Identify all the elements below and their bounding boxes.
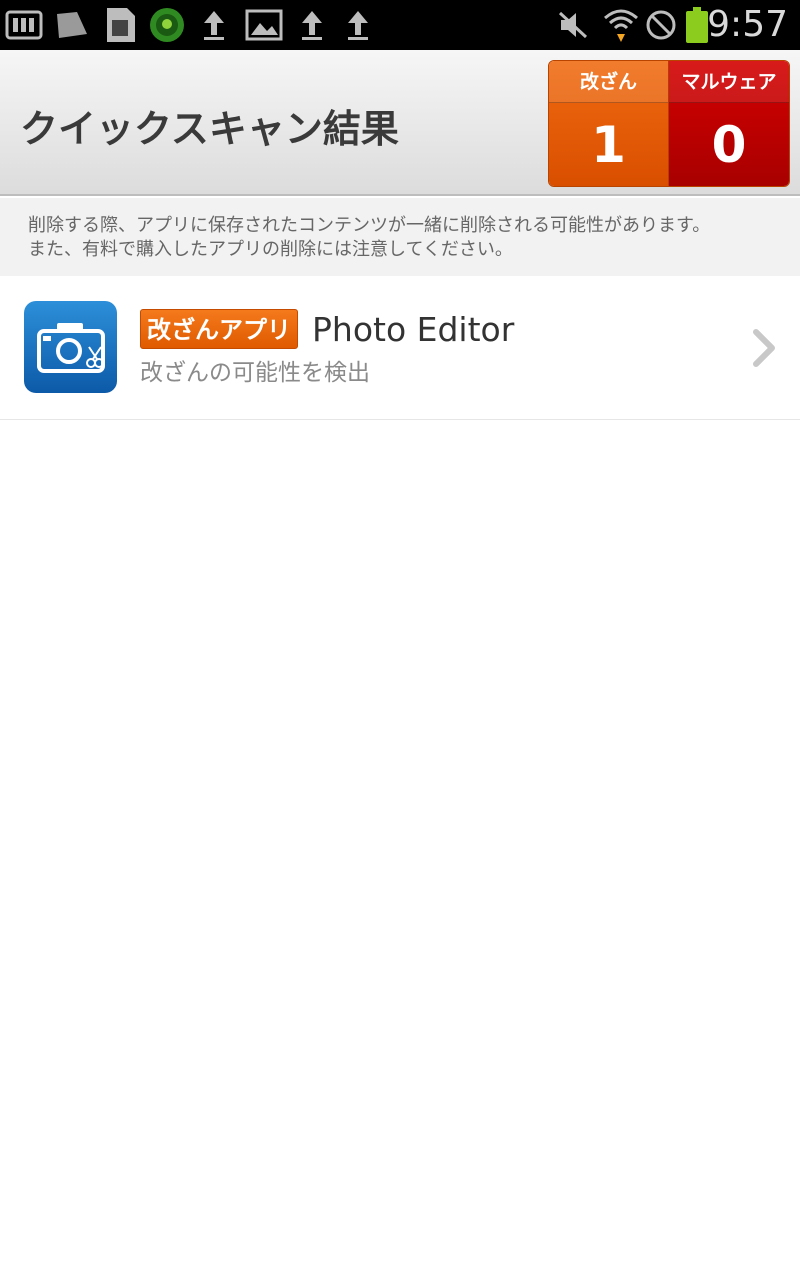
photo-icon <box>54 6 90 44</box>
notice-line: 削除する際、アプリに保存されたコンテンツが一緒に削除される可能性があります。 <box>28 215 711 236</box>
tamper-count-box[interactable]: 改ざん 1 <box>549 61 669 186</box>
chevron-right-icon <box>748 328 780 368</box>
sim-icon <box>102 6 138 44</box>
upload-icon <box>298 6 326 44</box>
sd-card-icon <box>4 6 44 44</box>
wifi-icon <box>602 6 640 44</box>
mute-icon <box>556 6 590 44</box>
upload-icon <box>344 6 372 44</box>
status-time: 9:57 <box>707 4 788 45</box>
tamper-count-label: 改ざん <box>549 61 668 103</box>
malware-count-box[interactable]: マルウェア 0 <box>669 61 789 186</box>
deletion-notice: 削除する際、アプリに保存されたコンテンツが一緒に削除される可能性があります。 ま… <box>0 198 800 276</box>
block-icon <box>644 6 678 44</box>
header: クイックスキャン結果 改ざん 1 マルウェア 0 <box>0 50 800 196</box>
app-description: 改ざんの可能性を検出 <box>140 360 370 386</box>
app-name: Photo Editor <box>312 310 515 349</box>
security-shield-icon <box>148 6 186 44</box>
list-item[interactable]: 改ざんアプリ Photo Editor 改ざんの可能性を検出 <box>0 276 800 420</box>
scan-counts: 改ざん 1 マルウェア 0 <box>548 60 790 187</box>
notice-line: また、有料で購入したアプリの削除には注意してください。 <box>28 239 513 260</box>
battery-icon <box>684 6 710 44</box>
malware-count-label: マルウェア <box>669 61 789 103</box>
tamper-app-badge: 改ざんアプリ <box>140 309 298 349</box>
gallery-icon <box>244 6 284 44</box>
page-title: クイックスキャン結果 <box>20 107 399 151</box>
tamper-count-value: 1 <box>591 116 626 174</box>
status-bar: 9:57 <box>0 0 800 50</box>
photo-editor-camera-icon <box>24 301 117 393</box>
malware-count-value: 0 <box>711 116 747 174</box>
upload-icon <box>200 6 228 44</box>
